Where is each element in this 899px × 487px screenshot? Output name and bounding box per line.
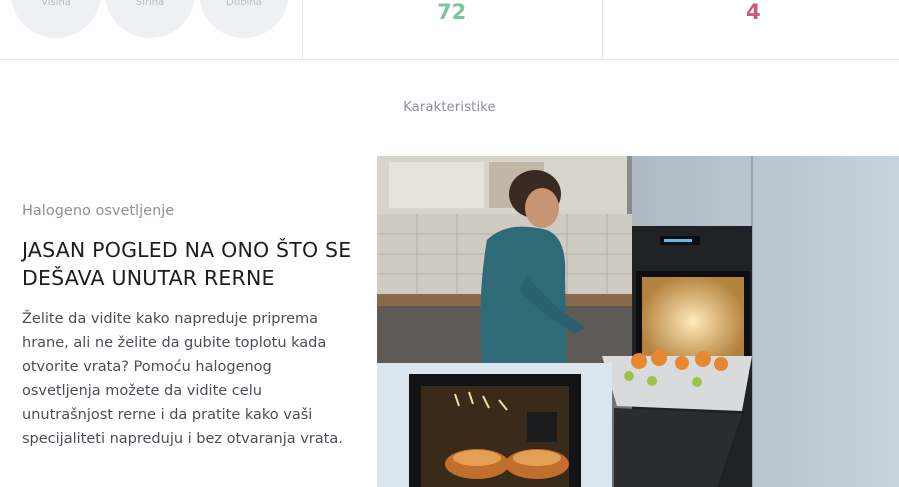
- kitchen-oven-photo: [377, 156, 899, 487]
- stats-bar: Visina Širina Dubina 72 4: [0, 0, 899, 60]
- divider: [302, 0, 303, 59]
- feature-eyebrow: Halogeno osvetljenje: [22, 203, 175, 219]
- depth-label: Dubina: [226, 0, 262, 8]
- kitchen-oven-illustration: [377, 156, 899, 487]
- stat-value-2: 4: [746, 0, 761, 24]
- width-label: Širina: [135, 0, 165, 8]
- width-dimension-badge: Širina: [105, 0, 195, 38]
- height-label: Visina: [41, 0, 71, 8]
- height-dimension-badge: Visina: [11, 0, 101, 38]
- depth-dimension-badge: Dubina: [199, 0, 289, 38]
- divider: [602, 0, 603, 59]
- section-title: Karakteristike: [403, 100, 496, 115]
- feature-description: Želite da vidite kako napreduje priprema…: [22, 311, 343, 447]
- stat-value-1: 72: [437, 0, 467, 24]
- feature-headline: JASAN POGLED NA ONO ŠTO SE DEŠAVA UNUTAR…: [22, 238, 352, 290]
